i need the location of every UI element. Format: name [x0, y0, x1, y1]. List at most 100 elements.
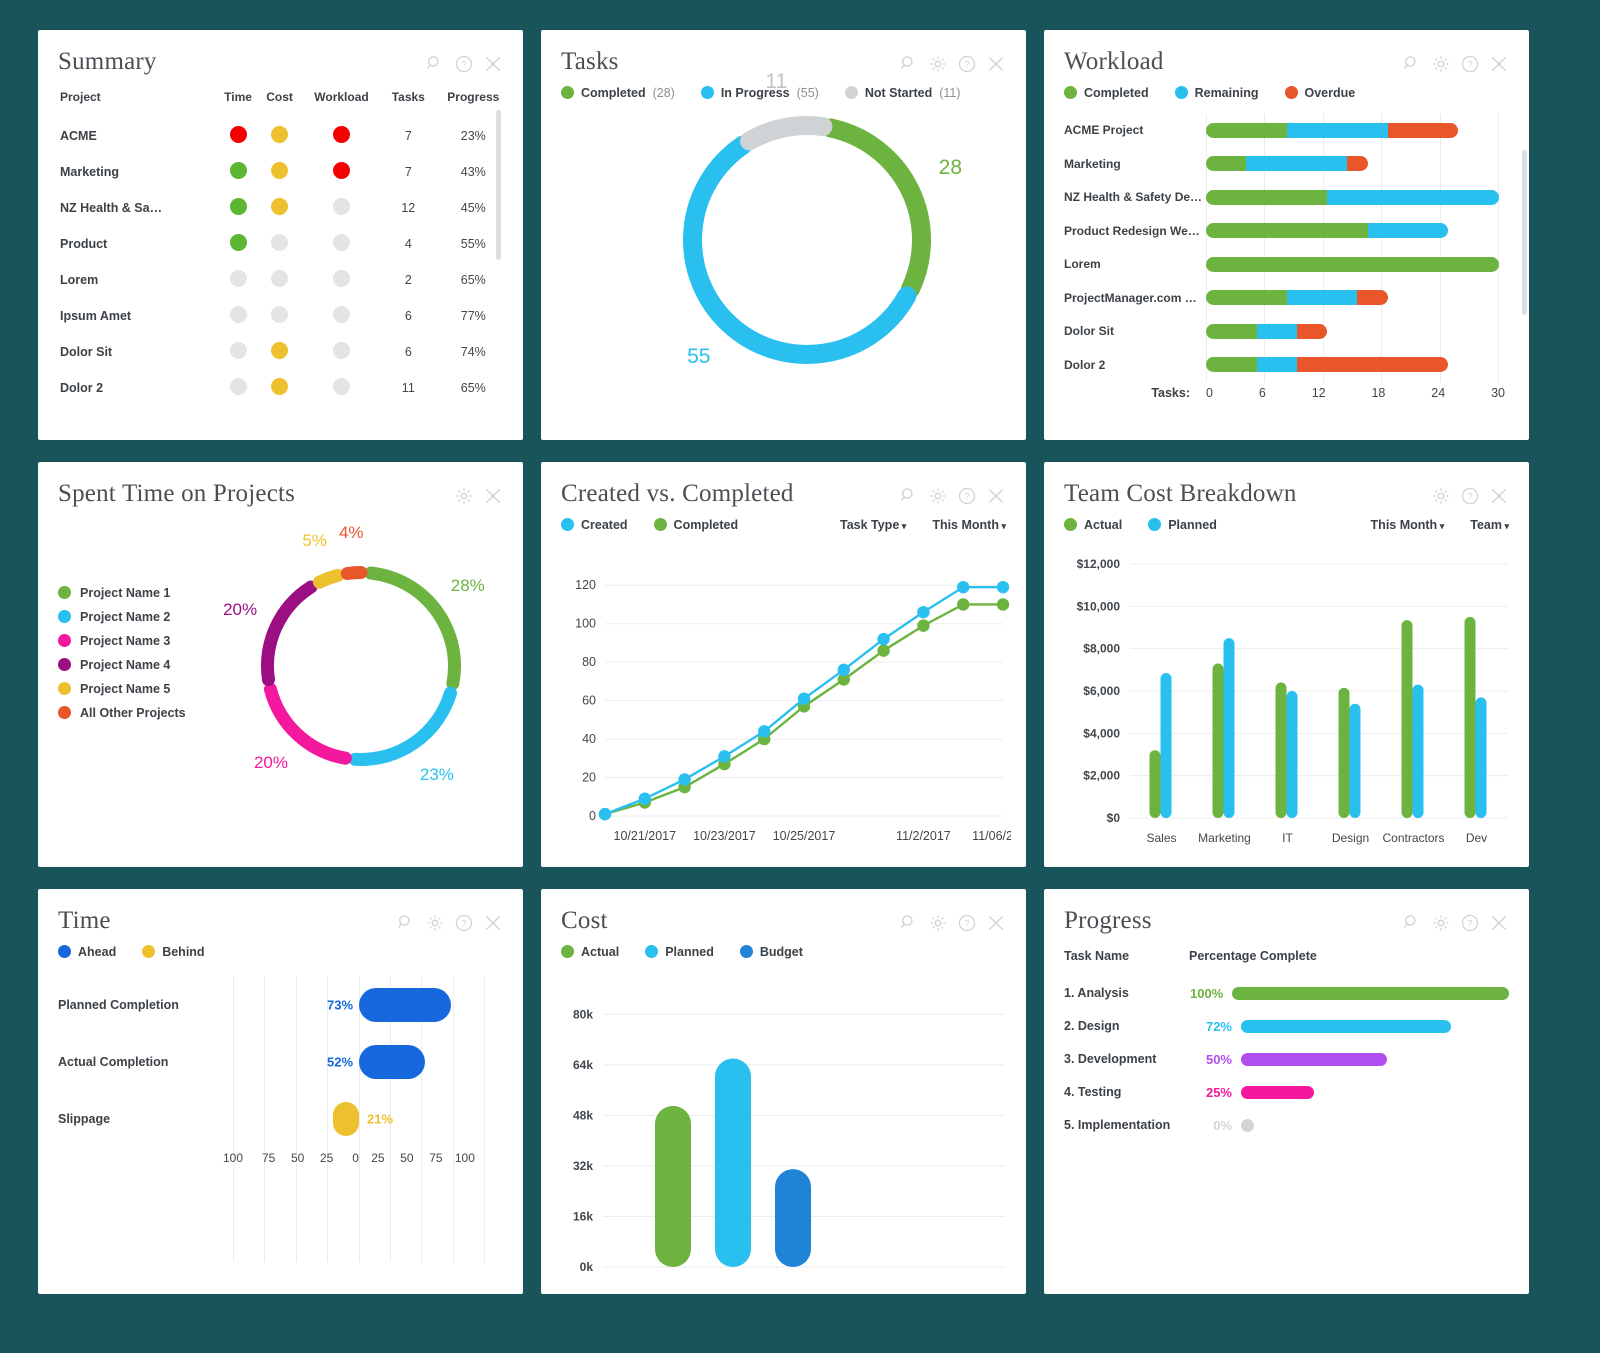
- donut-segment[interactable]: [261, 580, 318, 686]
- legend-item[interactable]: Remaining: [1174, 86, 1259, 100]
- workload-row[interactable]: Dolor Sit: [1064, 315, 1509, 349]
- search-icon[interactable]: [899, 913, 919, 933]
- time-row[interactable]: Planned Completion 73%: [58, 977, 503, 1034]
- gear-icon[interactable]: [425, 913, 445, 933]
- table-row[interactable]: Dolor Sit 6 74%: [58, 334, 503, 370]
- bar-planned[interactable]: [1349, 703, 1361, 818]
- progress-bar[interactable]: [1232, 986, 1509, 1000]
- workload-segment-overdue[interactable]: [1296, 357, 1449, 373]
- data-point[interactable]: [758, 724, 771, 738]
- data-point[interactable]: [957, 580, 970, 593]
- data-point[interactable]: [877, 632, 890, 645]
- legend-item[interactable]: Planned: [1148, 518, 1217, 532]
- data-point[interactable]: [718, 749, 731, 763]
- progress-row[interactable]: 5. Implementation 0%: [1064, 1109, 1509, 1142]
- workload-segment-remaining[interactable]: [1286, 290, 1358, 306]
- donut-segment[interactable]: [312, 568, 345, 589]
- legend-item[interactable]: Project Name 2: [58, 610, 243, 624]
- help-icon[interactable]: ?: [454, 54, 474, 74]
- search-icon[interactable]: [1402, 913, 1422, 933]
- workload-segment-completed[interactable]: [1206, 290, 1287, 306]
- bar-actual[interactable]: [1212, 662, 1224, 818]
- bar-actual[interactable]: [1149, 749, 1161, 818]
- time-bar[interactable]: [359, 1045, 425, 1079]
- table-row[interactable]: Dolor 2 11 65%: [58, 370, 503, 406]
- close-icon[interactable]: [1489, 486, 1509, 506]
- bar-actual[interactable]: [1401, 619, 1413, 818]
- data-point[interactable]: [957, 597, 970, 611]
- legend-item[interactable]: Not Started (11): [844, 86, 961, 100]
- table-row[interactable]: Ipsum Amet 6 77%: [58, 298, 503, 334]
- search-icon[interactable]: [899, 54, 919, 74]
- data-point[interactable]: [917, 605, 930, 618]
- gear-icon[interactable]: [928, 54, 948, 74]
- dropdown-this-month[interactable]: This Month ▾: [1371, 518, 1445, 532]
- search-icon[interactable]: [396, 913, 416, 933]
- workload-row[interactable]: ProjectManager.com …: [1064, 281, 1509, 315]
- scrollbar[interactable]: [1522, 150, 1527, 420]
- dropdown-team[interactable]: Team ▾: [1470, 518, 1509, 532]
- bar-planned[interactable]: [1475, 696, 1487, 818]
- data-point[interactable]: [638, 791, 651, 805]
- help-icon[interactable]: ?: [957, 486, 977, 506]
- help-icon[interactable]: ?: [1460, 913, 1480, 933]
- gear-icon[interactable]: [928, 913, 948, 933]
- progress-row[interactable]: 4. Testing 25%: [1064, 1076, 1509, 1109]
- legend-item[interactable]: Completed (28): [561, 86, 675, 100]
- legend-item[interactable]: Project Name 1: [58, 586, 243, 600]
- dropdown-this-month[interactable]: This Month ▾: [932, 518, 1006, 532]
- workload-segment-overdue[interactable]: [1387, 122, 1459, 138]
- bar-actual[interactable]: [655, 1105, 691, 1267]
- help-icon[interactable]: ?: [454, 913, 474, 933]
- workload-segment-completed[interactable]: [1206, 323, 1257, 339]
- workload-segment-completed[interactable]: [1206, 156, 1247, 172]
- help-icon[interactable]: ?: [957, 913, 977, 933]
- workload-segment-overdue[interactable]: [1357, 290, 1388, 306]
- scrollbar-thumb[interactable]: [496, 109, 501, 260]
- workload-segment-remaining[interactable]: [1286, 122, 1388, 138]
- close-icon[interactable]: [986, 913, 1006, 933]
- dropdown-task-type[interactable]: Task Type ▾: [840, 518, 906, 532]
- table-row[interactable]: Marketing 7 43%: [58, 154, 503, 190]
- workload-segment-overdue[interactable]: [1296, 323, 1328, 339]
- progress-bar[interactable]: [1241, 1118, 1254, 1132]
- summary-table-scroll[interactable]: Project Time Cost Workload Tasks Progress ACM…: [58, 84, 503, 414]
- workload-segment-completed[interactable]: [1206, 223, 1368, 239]
- data-point[interactable]: [837, 663, 850, 676]
- time-row[interactable]: Slippage 21%: [58, 1091, 503, 1148]
- legend-item[interactable]: Planned: [645, 945, 714, 959]
- data-point[interactable]: [797, 691, 811, 705]
- data-point[interactable]: [678, 772, 691, 786]
- legend-item[interactable]: Actual: [1064, 518, 1122, 532]
- time-bar[interactable]: [359, 988, 451, 1022]
- legend-item[interactable]: Completed: [653, 518, 738, 532]
- workload-segment-completed[interactable]: [1206, 256, 1499, 272]
- workload-segment-remaining[interactable]: [1246, 156, 1348, 172]
- help-icon[interactable]: ?: [957, 54, 977, 74]
- legend-item[interactable]: In Progress (55): [700, 86, 819, 100]
- search-icon[interactable]: [899, 486, 919, 506]
- donut-segment[interactable]: [340, 565, 368, 580]
- bar-actual[interactable]: [1275, 682, 1287, 818]
- workload-segment-remaining[interactable]: [1256, 323, 1297, 339]
- workload-segment-remaining[interactable]: [1327, 189, 1499, 205]
- gear-icon[interactable]: [1431, 486, 1451, 506]
- workload-segment-remaining[interactable]: [1256, 357, 1297, 373]
- legend-item[interactable]: All Other Projects: [58, 706, 243, 720]
- bar-budget[interactable]: [775, 1168, 811, 1267]
- donut-segment[interactable]: [348, 686, 458, 766]
- donut-segment[interactable]: [263, 682, 352, 765]
- table-row[interactable]: Dolor 3 99%: [58, 406, 503, 414]
- legend-item[interactable]: Actual: [561, 945, 619, 959]
- close-icon[interactable]: [1489, 54, 1509, 74]
- legend-item[interactable]: Created: [561, 518, 628, 532]
- table-row[interactable]: Product 4 55%: [58, 226, 503, 262]
- gear-icon[interactable]: [454, 486, 474, 506]
- table-row[interactable]: NZ Health & Sa… 12 45%: [58, 190, 503, 226]
- legend-item[interactable]: Completed: [1064, 86, 1149, 100]
- bar-planned[interactable]: [1160, 672, 1172, 818]
- search-icon[interactable]: [425, 54, 445, 74]
- search-icon[interactable]: [1402, 54, 1422, 74]
- time-bar[interactable]: [332, 1102, 359, 1136]
- close-icon[interactable]: [1489, 913, 1509, 933]
